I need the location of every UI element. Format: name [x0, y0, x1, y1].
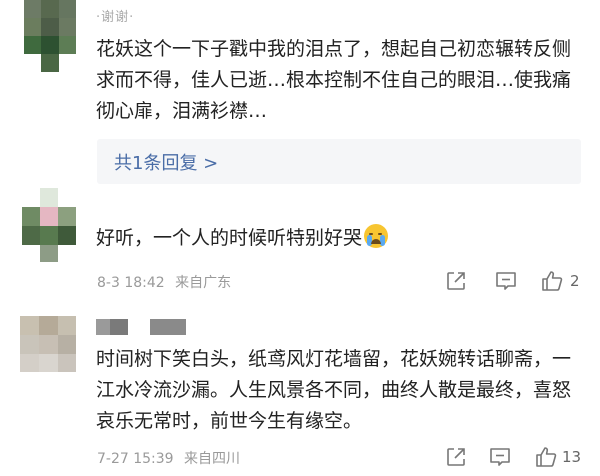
like-icon[interactable]	[534, 445, 558, 469]
username[interactable]: ·谢谢·	[96, 6, 134, 25]
like-count: 13	[562, 448, 582, 466]
comment-text: 时间树下笑白头，纸鸢风灯花墙留，花妖婉转话聊斋，一江水冷流沙漏。人生风景各不同，…	[96, 348, 572, 432]
comment-location: 来自广东	[175, 275, 232, 291]
comment-meta: 7-27 15:39 来自四川	[97, 448, 240, 468]
view-replies-link[interactable]: 共1条回复 >	[114, 149, 218, 175]
avatar[interactable]	[20, 316, 76, 372]
share-icon[interactable]	[444, 445, 468, 469]
avatar[interactable]	[22, 188, 76, 262]
comment-feed: ·谢谢· 花妖这个一下子戳中我的泪点了，想起自己初恋辗转反侧求而不得，佳人已逝……	[0, 0, 600, 476]
comment-icon[interactable]	[494, 269, 518, 293]
like-count: 2	[570, 272, 580, 290]
comment-location: 来自四川	[184, 451, 241, 467]
comment-icon[interactable]	[488, 445, 512, 469]
comment-item: 好听，一个人的时候听特别好哭 8-3 18:42 来自广东 2	[0, 186, 600, 306]
crying-face-emoji-icon	[364, 224, 389, 248]
comment-meta: 8-3 18:42 来自广东	[97, 272, 231, 292]
avatar[interactable]	[24, 0, 76, 72]
comment-actions: 13	[444, 445, 594, 471]
comment-text: 花妖这个一下子戳中我的泪点了，想起自己初恋辗转反侧求而不得，佳人已逝…根本控制不…	[96, 38, 572, 122]
comment-item: 时间树下笑白头，纸鸢风灯花墙留，花妖婉转话聊斋，一江水冷流沙漏。人生风景各不同，…	[0, 306, 600, 476]
share-icon[interactable]	[444, 269, 468, 293]
comment-date: 7-27 15:39	[97, 451, 174, 467]
comment-date: 8-3 18:42	[97, 275, 165, 291]
comment-text-content: 好听，一个人的时候听特别好哭	[96, 227, 363, 249]
comment-actions: 2	[444, 269, 594, 295]
comment-text: 好听，一个人的时候听特别好哭	[96, 224, 389, 251]
like-icon[interactable]	[540, 269, 564, 293]
comment-item: ·谢谢· 花妖这个一下子戳中我的泪点了，想起自己初恋辗转反侧求而不得，佳人已逝……	[0, 0, 600, 186]
reply-summary: 共1条回复 >	[97, 139, 581, 184]
